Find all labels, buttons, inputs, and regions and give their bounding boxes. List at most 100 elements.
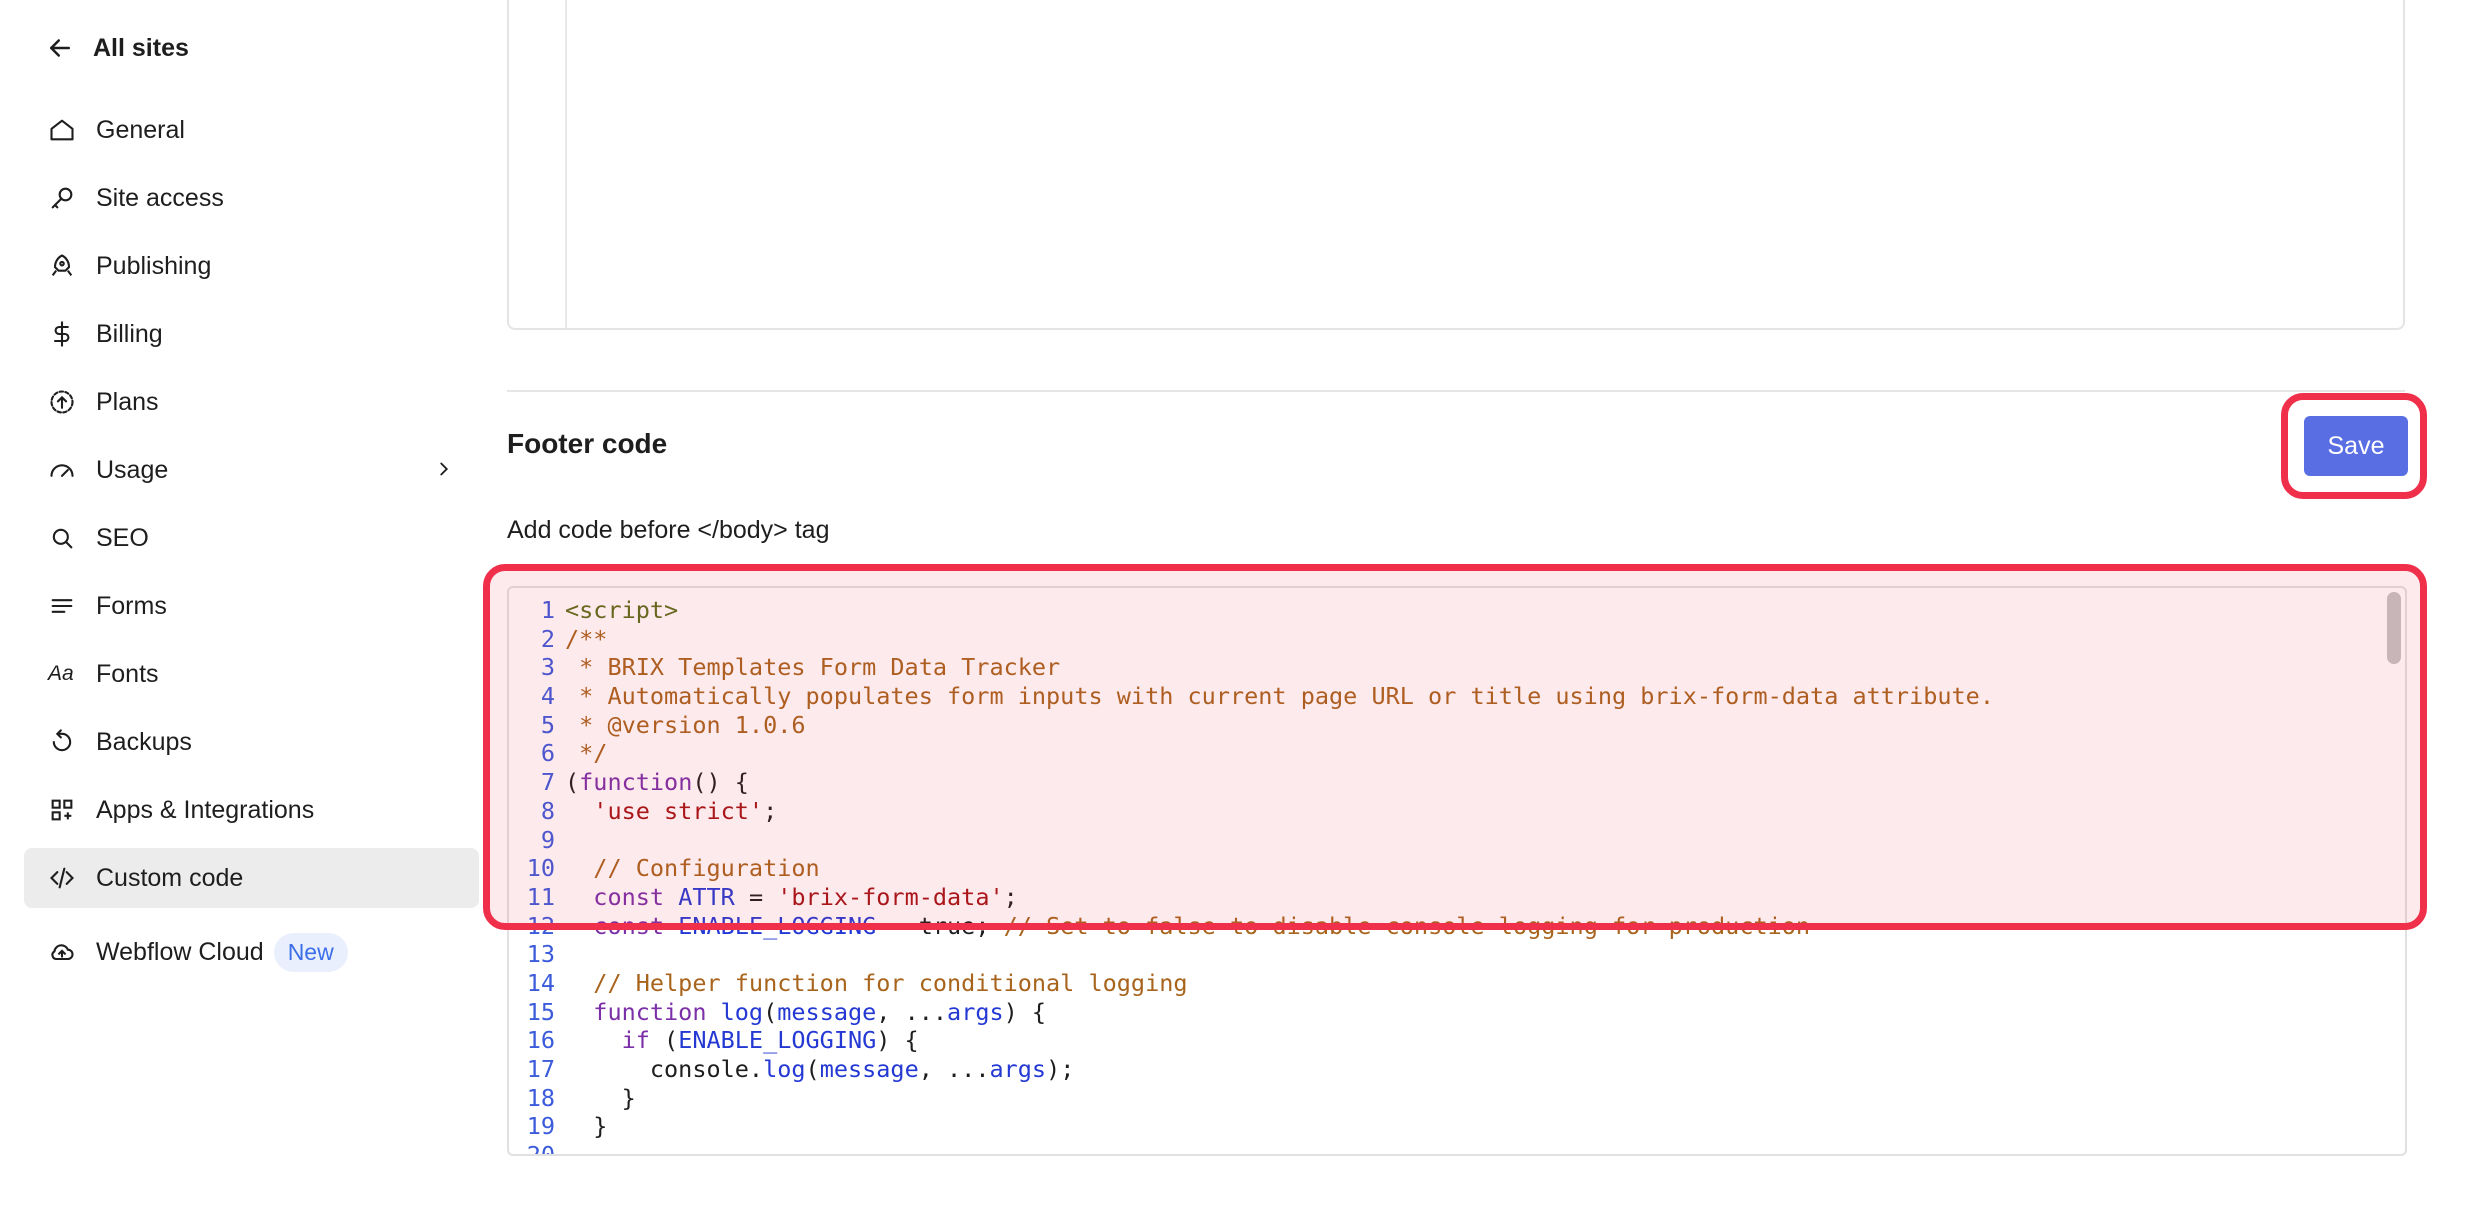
search-icon (52, 528, 73, 549)
code-line: 20 (509, 1141, 2405, 1156)
line-number: 3 (540, 653, 555, 682)
sidebar-item-general[interactable]: General (24, 100, 479, 160)
code-text: * BRIX Templates Form Data Tracker (565, 653, 1061, 682)
sidebar-item-usage[interactable]: Usage (24, 440, 479, 500)
sidebar-item-label: General (96, 115, 185, 144)
sidebar-item-plans[interactable]: Plans (24, 372, 479, 432)
head-code-editor[interactable] (507, 0, 2405, 330)
sidebar-item-forms[interactable]: Forms (24, 576, 479, 636)
line-number: 4 (540, 682, 555, 711)
code-line: 11 const ATTR = 'brix-form-data'; (509, 883, 2405, 912)
code-line: 13 (509, 940, 2405, 969)
code-line: 17 console.log(message, ...args); (509, 1055, 2405, 1084)
code-text: <script> (565, 596, 679, 624)
code-line: 18 } (509, 1084, 2405, 1113)
sidebar-item-label: Site access (96, 183, 224, 212)
footer-code-editor[interactable]: 1 <script> 2/** 3 * BRIX Templates Form Dat… (507, 586, 2407, 1156)
line-number: 18 (526, 1083, 555, 1112)
sidebar-item-billing[interactable]: Billing (24, 304, 479, 364)
code-text: console.log(message, ...args); (565, 1055, 1075, 1083)
home-icon (50, 119, 74, 141)
line-number: 1 (540, 596, 555, 624)
sidebar-item-webflow-cloud[interactable]: Webflow Cloud New (24, 922, 479, 982)
line-number: 5 (540, 710, 555, 739)
sidebar-item-label: Plans (96, 387, 159, 416)
code-text: 'use strict'; (593, 796, 778, 825)
sidebar-item-fonts[interactable]: Aa Fonts (24, 644, 479, 704)
sidebar-item-label: Usage (96, 455, 169, 484)
code-text: const ATTR = 'brix-form-data'; (593, 882, 1018, 911)
arrow-left-icon (50, 39, 70, 57)
line-number: 9 (540, 825, 555, 854)
sidebar-item-publishing[interactable]: Publishing (24, 236, 479, 296)
code-line: 12 const ENABLE_LOGGING = true; // Set t… (509, 912, 2405, 941)
lines-icon (51, 599, 73, 613)
apps-icon (51, 799, 73, 821)
back-to-all-sites-link[interactable]: All sites (45, 28, 189, 68)
sidebar-item-label: Backups (96, 727, 192, 756)
sidebar-item-label: SEO (96, 523, 149, 552)
code-line: 15 function log(message, ...args) { (509, 998, 2405, 1027)
sidebar-item-label: Publishing (96, 251, 212, 280)
dollar-icon (53, 321, 70, 347)
back-label: All sites (93, 33, 189, 62)
new-badge: New (273, 932, 348, 972)
code-text: * @version 1.0.6 (565, 710, 806, 739)
section-title: Footer code (507, 428, 668, 459)
line-number: 16 (526, 1026, 555, 1055)
code-line: 7 (function() { (509, 768, 2405, 797)
line-number: 14 (526, 968, 555, 997)
sidebar-item-label: Custom code (96, 863, 244, 892)
main-content: Footer code Save Add code before </body>… (507, 0, 2408, 1206)
code-line: 8 'use strict'; (509, 797, 2405, 826)
code-text: // Helper function for conditional loggi… (565, 968, 1188, 997)
section-divider (507, 390, 2405, 392)
line-number: 12 (526, 911, 555, 940)
code-text: if (ENABLE_LOGGING) { (621, 1026, 919, 1055)
code-line: 6 */ (509, 739, 2405, 768)
sidebar-item-seo[interactable]: SEO (24, 508, 479, 568)
save-button[interactable]: Save (2304, 416, 2408, 476)
code-line: 10 // Configuration (509, 854, 2405, 883)
scrollbar[interactable] (2387, 592, 2401, 664)
code-line: 14 // Helper function for conditional lo… (509, 969, 2405, 998)
code-line: 1 <script> (509, 596, 2405, 625)
line-number: 7 (540, 768, 555, 797)
sidebar-item-site-access[interactable]: Site access (24, 168, 479, 228)
restore-icon (52, 729, 72, 752)
line-number: 10 (526, 854, 555, 883)
code-line: 2 /** (509, 625, 2405, 654)
line-number: 15 (526, 997, 555, 1026)
code-text: /** (565, 624, 608, 653)
sidebar-item-apps-integrations[interactable]: Apps & Integrations (24, 780, 479, 840)
sidebar-item-backups[interactable]: Backups (24, 712, 479, 772)
key-icon (51, 187, 73, 209)
sidebar-item-label: Webflow Cloud (96, 937, 264, 966)
settings-page: All sites General Site access Publishing… (0, 0, 2470, 1206)
line-number: 13 (526, 940, 555, 969)
sidebar-item-custom-code[interactable]: Custom code (24, 848, 479, 908)
cloud-icon (51, 944, 74, 961)
code-line: 3 * BRIX Templates Form Data Tracker (509, 653, 2405, 682)
sidebar: All sites General Site access Publishing… (0, 0, 480, 1206)
code-text: } (565, 1112, 608, 1141)
line-number: 2 (540, 624, 555, 653)
code-text: function log(message, ...args) { (593, 997, 1047, 1026)
code-icon (50, 867, 74, 889)
gauge-icon (50, 464, 74, 477)
line-number: 11 (526, 882, 555, 911)
code-text: */ (565, 739, 608, 768)
line-number: 8 (540, 796, 555, 825)
code-line: 16 if (ENABLE_LOGGING) { (509, 1026, 2405, 1055)
code-text: * Automatically populates form inputs wi… (565, 682, 1994, 711)
sidebar-item-label: Apps & Integrations (96, 795, 315, 824)
section-subtitle: Add code before </body> tag (507, 516, 830, 544)
line-number: 19 (526, 1112, 555, 1141)
code-lines: 1 <script> 2/** 3 * BRIX Templates Form Dat… (509, 596, 2405, 1156)
line-number: 20 (526, 1141, 555, 1156)
code-text: // Configuration (565, 854, 820, 883)
upgrade-icon (50, 390, 74, 414)
code-line: 5 * @version 1.0.6 (509, 711, 2405, 740)
code-text: const ENABLE_LOGGING = true; // Set to f… (593, 911, 1811, 940)
font-icon: Aa (48, 662, 74, 685)
